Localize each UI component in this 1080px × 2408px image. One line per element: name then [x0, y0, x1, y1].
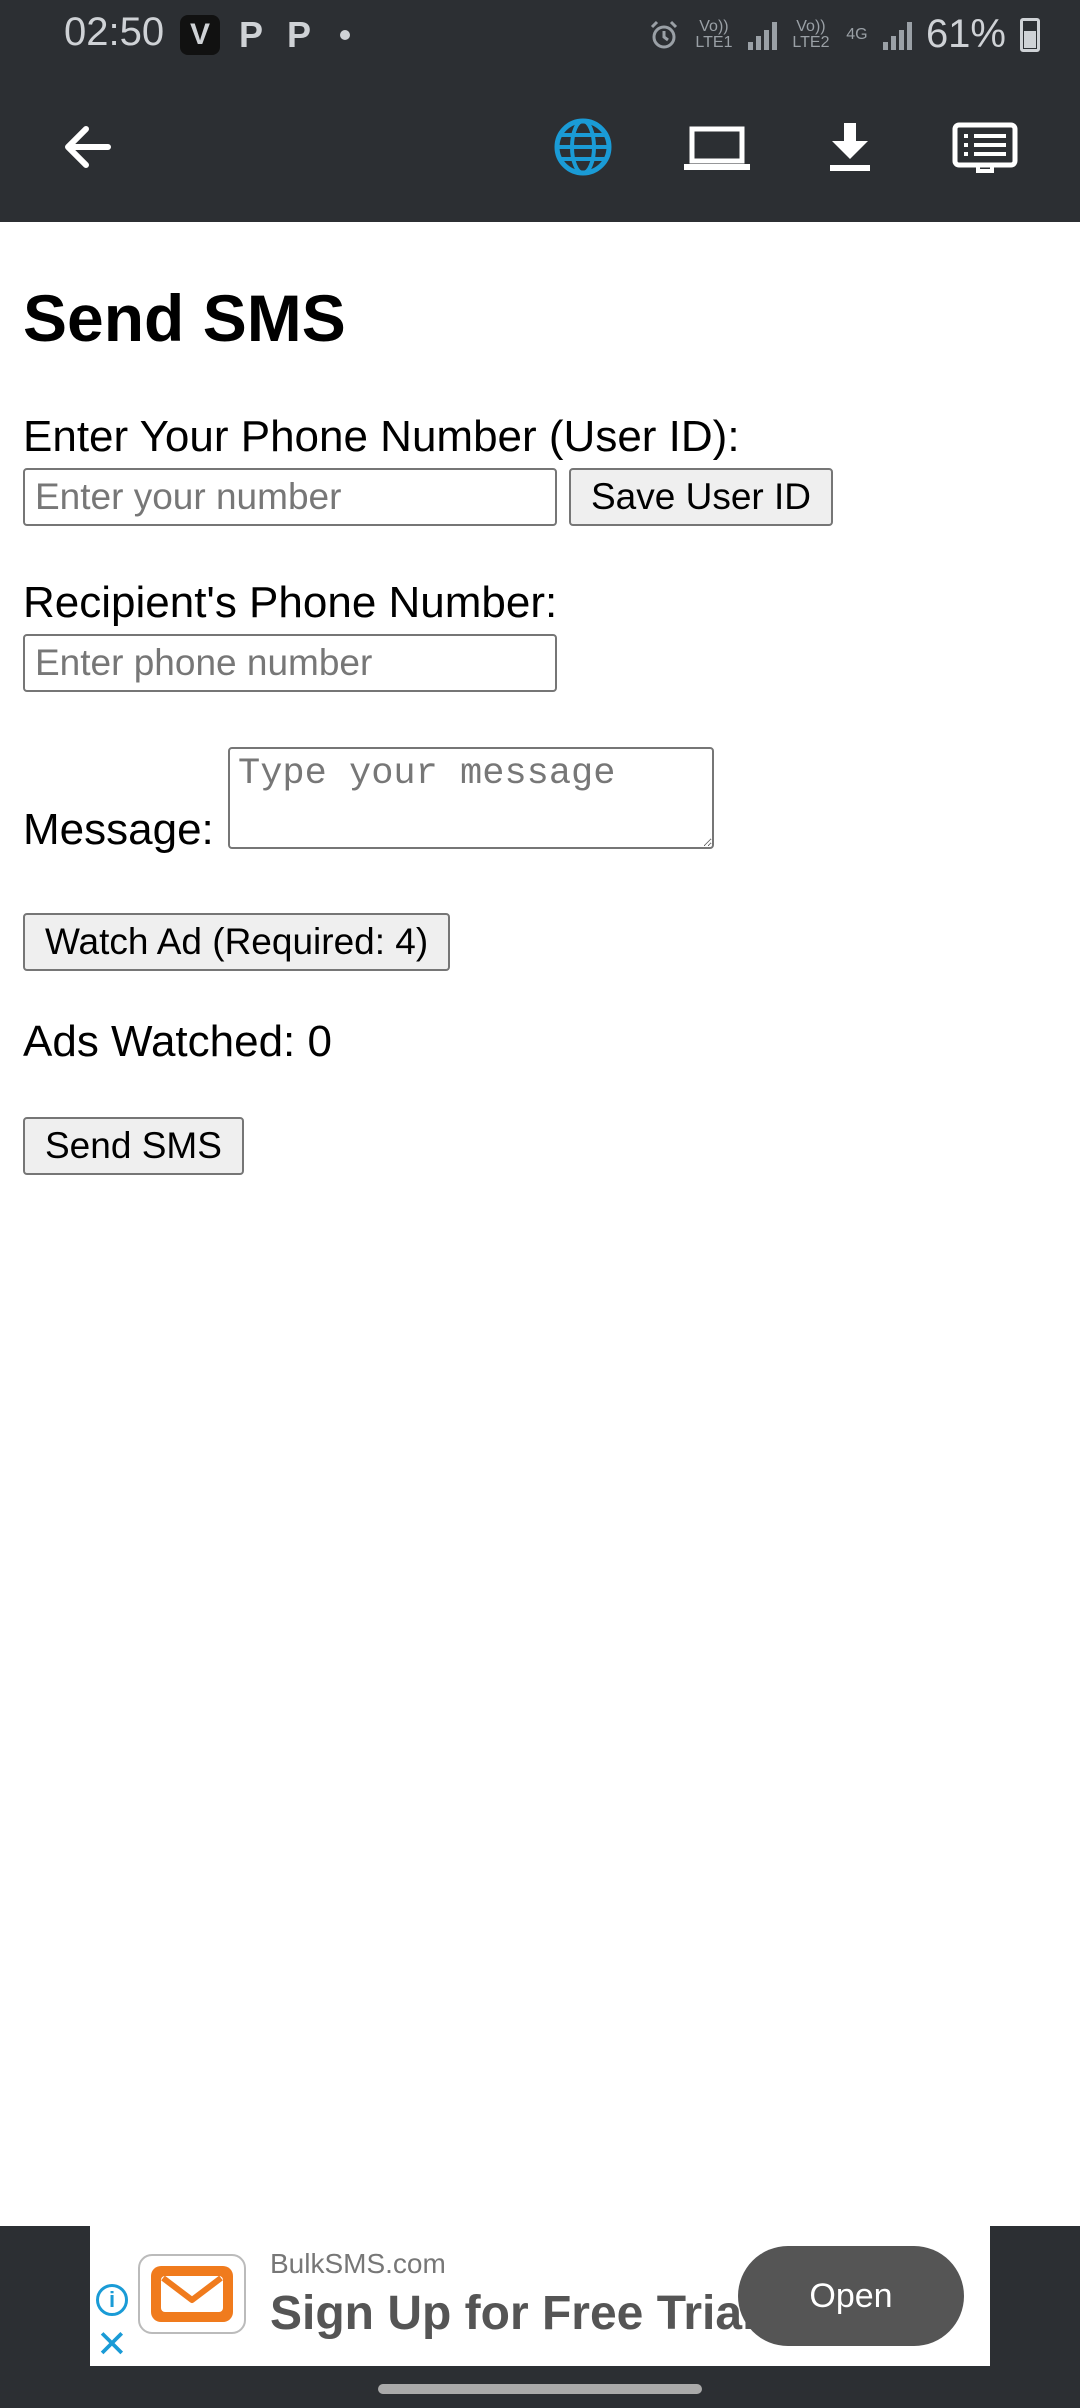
- save-user-id-button[interactable]: Save User ID: [569, 468, 834, 526]
- user-id-label: Enter Your Phone Number (User ID):: [23, 412, 740, 461]
- alarm-icon: [650, 20, 677, 48]
- status-time: 02:50: [64, 10, 165, 54]
- menu-button[interactable]: [945, 107, 1025, 187]
- network-label-lte2: Vo)) LTE2: [792, 17, 830, 51]
- battery-icon: [1020, 17, 1040, 52]
- send-sms-button[interactable]: Send SMS: [23, 1117, 244, 1175]
- app-p-icon: P: [286, 14, 311, 55]
- battery-percent: 61%: [925, 12, 1006, 56]
- ad-banner[interactable]: i ✕ BulkSMS.com Sign Up for Free Trial O…: [90, 2226, 990, 2366]
- network-label-4g: 4G: [846, 25, 868, 43]
- ad-open-button[interactable]: Open: [738, 2246, 964, 2346]
- download-button[interactable]: [810, 107, 890, 187]
- globe-button[interactable]: [543, 107, 623, 187]
- back-arrow-icon: [65, 126, 111, 168]
- envelope-icon: [151, 2266, 233, 2322]
- page-title: Send SMS: [23, 281, 346, 355]
- recipient-phone-input[interactable]: [23, 634, 557, 692]
- back-button[interactable]: [48, 107, 128, 187]
- app-p-icon: P: [238, 14, 263, 55]
- notification-icons: V P P: [180, 14, 350, 56]
- ad-headline: Sign Up for Free Trial: [270, 2287, 756, 2340]
- ad-banner-area: i ✕ BulkSMS.com Sign Up for Free Trial O…: [0, 2226, 1080, 2408]
- app-toolbar: [0, 72, 1080, 222]
- ad-domain: BulkSMS.com: [270, 2248, 446, 2279]
- desktop-mode-button[interactable]: [677, 107, 757, 187]
- user-id-input[interactable]: [23, 468, 557, 526]
- laptop-icon: [684, 126, 750, 170]
- ad-logo: [138, 2254, 246, 2334]
- recipient-label: Recipient's Phone Number:: [23, 578, 558, 627]
- message-textarea[interactable]: [228, 747, 714, 849]
- watch-ad-button[interactable]: Watch Ad (Required: 4): [23, 913, 451, 971]
- globe-icon: [554, 118, 612, 176]
- home-indicator[interactable]: [378, 2384, 702, 2394]
- system-indicators: Vo)) LTE1 Vo)) LTE2 4G 61%: [648, 12, 1040, 57]
- signal-strength-icon: [747, 20, 777, 50]
- ad-info-icon[interactable]: i: [96, 2284, 128, 2316]
- ads-watched-counter: Ads Watched: 0: [23, 1017, 332, 1066]
- ad-close-icon[interactable]: ✕: [96, 2326, 128, 2364]
- status-bar: 02:50 V P P Vo)) LTE1 Vo)) LTE2 4G 61%: [0, 0, 1080, 72]
- network-label-lte1: Vo)) LTE1: [695, 17, 733, 51]
- more-notifications-dot-icon: [340, 30, 350, 40]
- message-label: Message:: [23, 805, 214, 854]
- signal-strength-icon: [882, 20, 912, 50]
- list-icon: [952, 122, 1018, 173]
- venmo-app-icon: V: [180, 15, 220, 55]
- download-icon: [830, 123, 870, 171]
